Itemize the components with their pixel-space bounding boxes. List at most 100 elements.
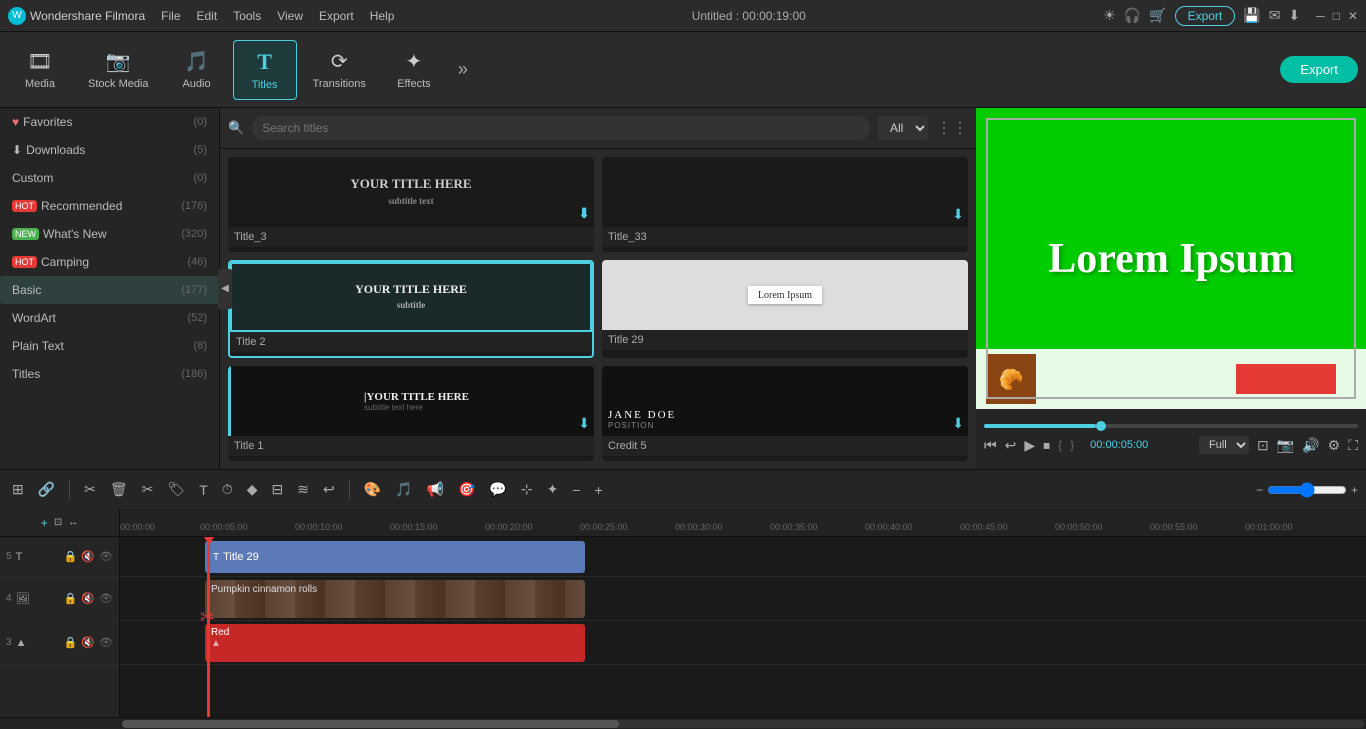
- title3-name: Title_3: [228, 227, 594, 247]
- sun-icon[interactable]: ☀: [1103, 7, 1116, 24]
- audio-label: Audio: [182, 78, 210, 90]
- captions-button[interactable]: 💬: [485, 477, 510, 502]
- zoom-plus-button[interactable]: +: [1351, 483, 1358, 497]
- fullscreen-icon[interactable]: ⛶: [1348, 437, 1358, 454]
- save-icon[interactable]: 💾: [1243, 7, 1260, 24]
- minimize-button[interactable]: ─: [1316, 9, 1325, 23]
- scroll-thumb[interactable]: [122, 720, 619, 728]
- expand-tracks-button[interactable]: ↔: [68, 517, 78, 528]
- collapse-panel-button[interactable]: ◀: [218, 269, 232, 309]
- stop-button[interactable]: ⏹: [1043, 437, 1050, 454]
- preview-scrubber[interactable]: [984, 424, 1358, 428]
- title-item-33[interactable]: ⬇ Title_33: [602, 157, 968, 252]
- toolbar-media[interactable]: 🎞 Media: [8, 41, 72, 98]
- sidebar-item-favorites[interactable]: ♥ Favorites (0): [0, 108, 219, 136]
- audio2-button[interactable]: 🎵: [391, 477, 416, 502]
- back5s-button[interactable]: ↩: [1005, 437, 1017, 454]
- toolbar-effects[interactable]: ✦ Effects: [382, 41, 446, 98]
- sidebar-item-recommended[interactable]: HOT Recommended (176): [0, 192, 219, 220]
- toolbar-stock-media[interactable]: 📷 Stock Media: [76, 41, 161, 98]
- waveform-button[interactable]: ≋: [293, 477, 313, 502]
- toolbar-transitions[interactable]: ⟳ Transitions: [301, 41, 378, 98]
- zoom-slider[interactable]: [1267, 482, 1347, 498]
- download-icon[interactable]: ⬇: [1288, 7, 1300, 24]
- add-track-timeline-button[interactable]: +: [41, 516, 48, 530]
- menu-view[interactable]: View: [277, 9, 303, 23]
- settings-icon[interactable]: ⚙: [1328, 437, 1341, 454]
- title-item-2[interactable]: YOUR TITLE HEREsubtitle Title 2: [228, 260, 594, 359]
- track3-lock[interactable]: 🔒: [64, 636, 78, 649]
- sidebar-item-camping[interactable]: HOT Camping (46): [0, 248, 219, 276]
- red-clip[interactable]: Red ▲: [205, 624, 585, 662]
- track3-mute[interactable]: 🔇: [81, 636, 95, 649]
- search-input[interactable]: [252, 116, 870, 140]
- fit-screen-icon[interactable]: ⊡: [1257, 437, 1269, 454]
- sidebar-item-basic[interactable]: Basic (177): [0, 276, 219, 304]
- cart-icon[interactable]: 🛒: [1149, 7, 1166, 24]
- menu-edit[interactable]: Edit: [197, 9, 218, 23]
- grid-view-button[interactable]: ⋮⋮: [936, 118, 968, 138]
- login-button[interactable]: Export: [1175, 6, 1236, 26]
- toolbar-titles[interactable]: T Titles: [233, 40, 297, 100]
- add-track-button[interactable]: ⊞: [8, 477, 28, 502]
- title-item-3[interactable]: YOUR TITLE HEREsubtitle text ⬇ Title_3: [228, 157, 594, 252]
- sidebar-item-wordart[interactable]: WordArt (52): [0, 304, 219, 332]
- plus-icon[interactable]: +: [591, 478, 607, 502]
- close-button[interactable]: ✕: [1348, 9, 1358, 23]
- text-button[interactable]: T: [195, 478, 212, 502]
- delete-button[interactable]: 🗑: [106, 477, 132, 502]
- title-item-1[interactable]: |YOUR TITLE HERE subtitle text here ⬇ Ti…: [228, 366, 594, 461]
- headphones-icon[interactable]: 🎧: [1124, 7, 1141, 24]
- export-button[interactable]: Export: [1280, 56, 1358, 83]
- sidebar-item-plain-text[interactable]: Plain Text (8): [0, 332, 219, 360]
- fit-tracks-button[interactable]: ⊡: [54, 517, 62, 528]
- scrubber-handle[interactable]: [1096, 421, 1106, 431]
- toolbar-more-button[interactable]: »: [450, 51, 476, 88]
- quality-select[interactable]: Full: [1199, 436, 1249, 454]
- split-button[interactable]: ✂: [80, 477, 100, 502]
- menu-tools[interactable]: Tools: [233, 9, 261, 23]
- menu-file[interactable]: File: [161, 9, 180, 23]
- menu-help[interactable]: Help: [370, 9, 395, 23]
- sidebar-item-downloads[interactable]: ⬇ Downloads (5): [0, 136, 219, 164]
- minus-icon[interactable]: −: [568, 478, 584, 502]
- sidebar-item-custom[interactable]: Custom (0): [0, 164, 219, 192]
- title-item-29[interactable]: Lorem Ipsum Title 29: [602, 260, 968, 359]
- maximize-button[interactable]: □: [1333, 9, 1340, 23]
- title-item-credit5[interactable]: JANE DOE POSITION ⬇ Credit 5: [602, 366, 968, 461]
- time-30: 00:00:30:00: [675, 522, 723, 532]
- color2-button[interactable]: 🎨: [360, 477, 385, 502]
- filter-select[interactable]: All: [878, 116, 928, 140]
- screenshot-icon[interactable]: 📷: [1277, 437, 1294, 454]
- video-clip[interactable]: Pumpkin cinnamon rolls: [205, 580, 585, 618]
- link-button[interactable]: 🔗: [34, 477, 59, 502]
- effect2-button[interactable]: ✦: [543, 477, 563, 502]
- mail-icon[interactable]: ✉: [1269, 7, 1281, 24]
- undo-inline-button[interactable]: ↩: [319, 477, 339, 502]
- track5-mute[interactable]: 🔇: [81, 550, 95, 563]
- menu-export[interactable]: Export: [319, 9, 354, 23]
- track3-eye[interactable]: 👁: [99, 636, 113, 649]
- sidebar-item-whats-new[interactable]: NEW What's New (320): [0, 220, 219, 248]
- tag-button[interactable]: 🏷: [163, 477, 189, 502]
- timeline-scrollbar[interactable]: [0, 717, 1366, 729]
- play-button[interactable]: ▶: [1024, 437, 1035, 454]
- toolbar-audio[interactable]: 🎵 Audio: [165, 41, 229, 98]
- track4-mute[interactable]: 🔇: [81, 592, 95, 605]
- volume-icon[interactable]: 🔊: [1302, 437, 1319, 454]
- sidebar-item-titles[interactable]: Titles (186): [0, 360, 219, 388]
- color-button[interactable]: ◆: [243, 477, 262, 502]
- noise-button[interactable]: 📢: [423, 477, 448, 502]
- title29-clip[interactable]: T Title 29: [205, 541, 585, 573]
- track5-eye[interactable]: 👁: [99, 550, 113, 563]
- snap-button[interactable]: ⊹: [517, 477, 537, 502]
- cut-button[interactable]: ✂: [138, 477, 158, 502]
- stab-button[interactable]: 🎯: [454, 477, 479, 502]
- track4-lock[interactable]: 🔒: [64, 592, 78, 605]
- clock-button[interactable]: ⏱: [218, 477, 237, 502]
- track5-lock[interactable]: 🔒: [64, 550, 78, 563]
- track4-eye[interactable]: 👁: [99, 592, 113, 605]
- zoom-minus-button[interactable]: −: [1256, 483, 1263, 497]
- adjust-button[interactable]: ⊟: [267, 477, 287, 502]
- prev-frame-button[interactable]: ⏮: [984, 437, 997, 454]
